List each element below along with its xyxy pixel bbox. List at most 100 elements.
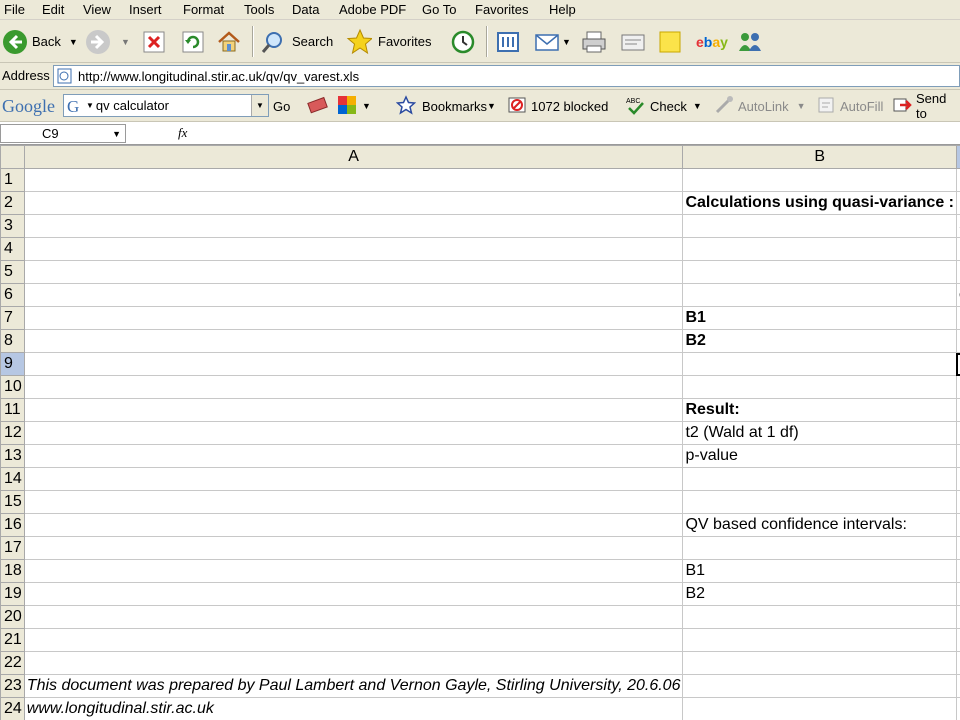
discuss-button[interactable] bbox=[657, 20, 683, 63]
cell-c5[interactable] bbox=[955, 260, 960, 284]
cell-b5[interactable] bbox=[682, 260, 957, 284]
chevron-down-icon[interactable]: ▼ bbox=[797, 101, 806, 111]
cell-b3[interactable] bbox=[682, 214, 957, 238]
column-header-a[interactable]: A bbox=[23, 145, 684, 169]
row-header[interactable]: 3 bbox=[0, 214, 25, 238]
cell-b2[interactable]: Calculations using quasi-variance : bbox=[682, 191, 957, 215]
cell-c16[interactable] bbox=[955, 513, 960, 537]
cell-a11[interactable] bbox=[23, 398, 684, 422]
cell-a17[interactable] bbox=[23, 536, 684, 560]
cell-b14[interactable] bbox=[682, 467, 957, 491]
bookmarks-button[interactable]: Bookmarks ▼ bbox=[395, 90, 496, 122]
select-all-corner[interactable] bbox=[0, 145, 25, 169]
popup-blocker-button[interactable]: 1072 blocked bbox=[507, 90, 608, 122]
cell-b22[interactable] bbox=[682, 651, 957, 675]
cell-a1[interactable] bbox=[23, 168, 684, 192]
row-header[interactable]: 21 bbox=[0, 628, 25, 652]
cell-c8[interactable]: 0.12 bbox=[955, 329, 960, 353]
cell-b11[interactable]: Result: bbox=[682, 398, 957, 422]
cell-a15[interactable] bbox=[23, 490, 684, 514]
chevron-down-icon[interactable]: ▼ bbox=[362, 101, 371, 111]
cell-a19[interactable] bbox=[23, 582, 684, 606]
menu-edit[interactable]: Edit bbox=[42, 2, 64, 17]
autolink-button[interactable]: AutoLink ▼ bbox=[714, 90, 806, 122]
cell-c6[interactable]: coefficient bbox=[955, 283, 960, 307]
row-header[interactable]: 24 bbox=[0, 697, 25, 720]
chevron-down-icon[interactable]: ▼ bbox=[487, 101, 496, 111]
home-button[interactable] bbox=[216, 20, 242, 63]
row-header[interactable]: 14 bbox=[0, 467, 25, 491]
row-header[interactable]: 2 bbox=[0, 191, 25, 215]
go-button[interactable]: Go bbox=[273, 90, 290, 122]
row-header[interactable]: 17 bbox=[0, 536, 25, 560]
cell-c14[interactable] bbox=[955, 467, 960, 491]
cell-b4[interactable] bbox=[682, 237, 957, 261]
menu-view[interactable]: View bbox=[83, 2, 111, 17]
column-header-c[interactable]: C bbox=[955, 145, 960, 169]
cell-c20[interactable] bbox=[955, 605, 960, 629]
cell-a9[interactable] bbox=[23, 352, 684, 376]
cell-c3[interactable]: Significance of difference between any t… bbox=[955, 214, 960, 238]
chevron-down-icon[interactable]: ▼ bbox=[693, 101, 702, 111]
forward-button[interactable]: ▼ bbox=[85, 20, 130, 63]
cell-c2[interactable] bbox=[955, 191, 960, 215]
chevron-down-icon[interactable]: ▼ bbox=[562, 37, 571, 47]
people-button[interactable] bbox=[736, 20, 762, 63]
row-header[interactable]: 13 bbox=[0, 444, 25, 468]
cell-a6[interactable] bbox=[23, 283, 684, 307]
cell-c10[interactable] bbox=[955, 375, 960, 399]
menu-format[interactable]: Format bbox=[183, 2, 224, 17]
cell-b18[interactable]: B1 bbox=[682, 559, 957, 583]
cell-a10[interactable] bbox=[23, 375, 684, 399]
row-header[interactable]: 8 bbox=[0, 329, 25, 353]
name-box[interactable]: C9 ▼ bbox=[0, 124, 126, 143]
cell-a14[interactable] bbox=[23, 467, 684, 491]
cell-b10[interactable] bbox=[682, 375, 957, 399]
cell-a4[interactable] bbox=[23, 237, 684, 261]
cell-b9[interactable] bbox=[682, 352, 957, 376]
cell-c11[interactable] bbox=[955, 398, 960, 422]
cell-a8[interactable] bbox=[23, 329, 684, 353]
print-button[interactable] bbox=[580, 20, 606, 63]
cell-c7[interactable]: 0.09 bbox=[955, 306, 960, 330]
cell-c1[interactable] bbox=[955, 168, 960, 192]
cell-b19[interactable]: B2 bbox=[682, 582, 957, 606]
cell-a5[interactable] bbox=[23, 260, 684, 284]
cell-b24[interactable] bbox=[682, 697, 957, 720]
stop-button[interactable] bbox=[141, 20, 167, 63]
mail-button[interactable]: ▼ bbox=[534, 20, 571, 63]
fx-icon[interactable]: fx bbox=[178, 125, 187, 141]
menu-go-to[interactable]: Go To bbox=[422, 2, 456, 17]
cell-c21[interactable] bbox=[955, 628, 960, 652]
chevron-down-icon[interactable]: ▼ bbox=[69, 37, 78, 47]
cell-c18[interactable]: 0.0794 bbox=[955, 559, 960, 583]
menu-data[interactable]: Data bbox=[292, 2, 319, 17]
cell-b8[interactable]: B2 bbox=[682, 329, 957, 353]
cell-b16[interactable]: QV based confidence intervals: bbox=[682, 513, 957, 537]
row-header[interactable]: 1 bbox=[0, 168, 25, 192]
cell-b20[interactable] bbox=[682, 605, 957, 629]
back-button[interactable]: Back ▼ bbox=[2, 20, 78, 63]
refresh-button[interactable] bbox=[180, 20, 206, 63]
row-header[interactable]: 15 bbox=[0, 490, 25, 514]
google-search-input[interactable]: G ▼ qv calculator ▼ bbox=[63, 94, 269, 117]
row-header[interactable]: 20 bbox=[0, 605, 25, 629]
column-header-b[interactable]: B bbox=[682, 145, 957, 169]
cell-b17[interactable] bbox=[682, 536, 957, 560]
cell-c9[interactable] bbox=[955, 352, 960, 376]
favorites-button[interactable]: Favorites bbox=[346, 20, 431, 63]
cell-a21[interactable] bbox=[23, 628, 684, 652]
history-button[interactable] bbox=[450, 20, 476, 63]
row-header[interactable]: 5 bbox=[0, 260, 25, 284]
spellcheck-button[interactable]: ABC Check ▼ bbox=[626, 90, 702, 122]
cell-c15[interactable] bbox=[955, 490, 960, 514]
news-button[interactable]: ▼ bbox=[336, 90, 371, 122]
cell-b1[interactable] bbox=[682, 168, 957, 192]
menu-file[interactable]: File bbox=[4, 2, 25, 17]
cell-c23[interactable] bbox=[955, 674, 960, 698]
row-header[interactable]: 18 bbox=[0, 559, 25, 583]
autofill-button[interactable]: AutoFill bbox=[816, 90, 883, 122]
google-logo[interactable]: Google bbox=[2, 90, 55, 122]
cell-b6[interactable] bbox=[682, 283, 957, 307]
cell-a7[interactable] bbox=[23, 306, 684, 330]
